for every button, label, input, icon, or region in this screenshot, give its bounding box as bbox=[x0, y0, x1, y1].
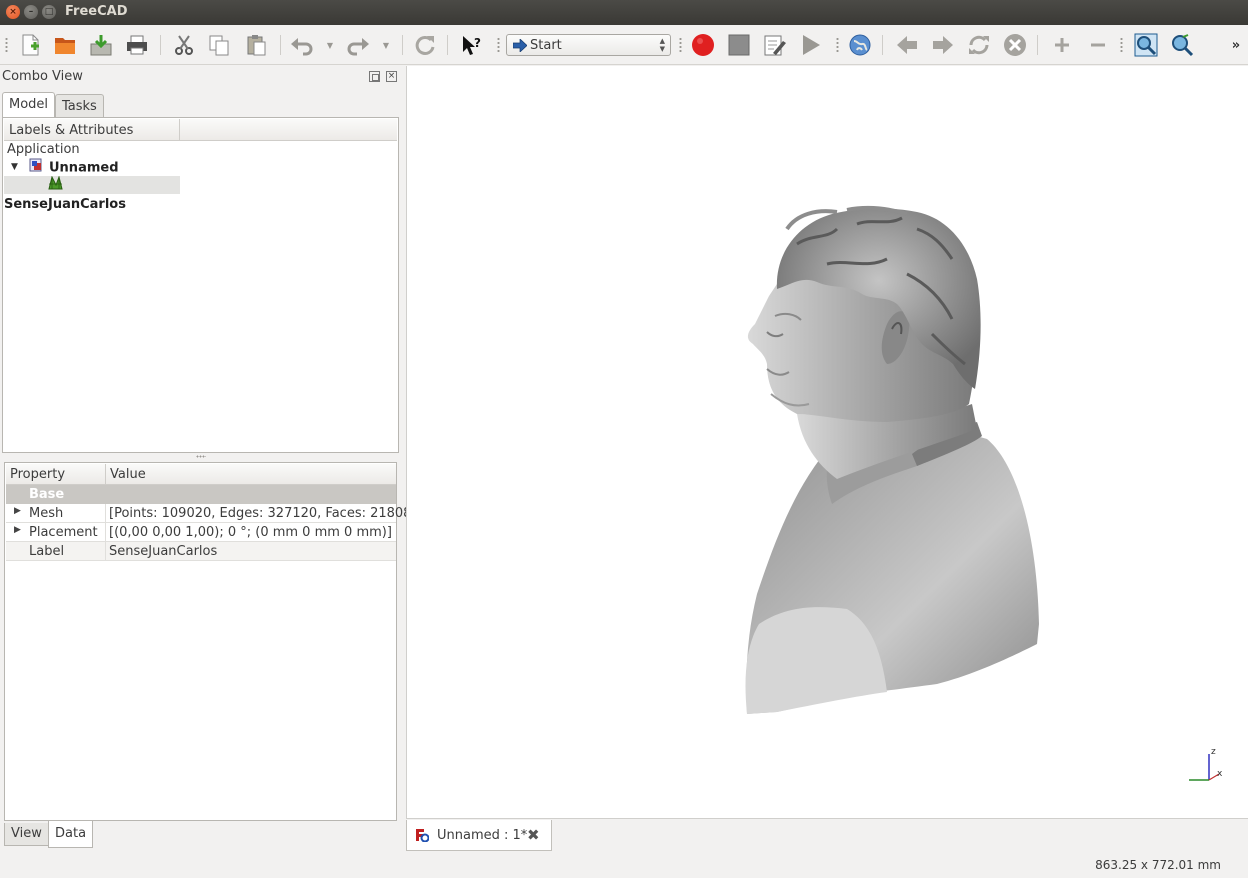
property-name: Mesh bbox=[29, 506, 64, 521]
document-tab-bar: Unnamed : 1* ✖ bbox=[406, 818, 1248, 851]
whats-this-icon[interactable]: ? bbox=[460, 33, 484, 57]
document-icon bbox=[29, 158, 49, 178]
workbench-label: Start bbox=[530, 38, 562, 53]
toolbar-overflow-button[interactable]: » bbox=[1228, 33, 1244, 57]
toolbar-grip[interactable] bbox=[679, 37, 682, 53]
property-name: Label bbox=[29, 544, 65, 559]
property-value[interactable]: [Points: 109020, Edges: 327120, Faces: 2… bbox=[105, 504, 425, 523]
property-editor: Property Value Base ▶ Mesh [Points: 1090… bbox=[4, 462, 425, 821]
print-icon[interactable] bbox=[125, 33, 149, 57]
mesh-icon bbox=[48, 175, 68, 196]
copy-icon[interactable] bbox=[207, 33, 231, 57]
property-value[interactable]: [(0,00 0,00 1,00); 0 °; (0 mm 0 mm 0 mm)… bbox=[105, 523, 392, 542]
property-group-base[interactable]: Base bbox=[6, 485, 396, 504]
start-arrow-icon bbox=[512, 38, 528, 56]
axis-x-label: x bbox=[1217, 769, 1223, 779]
tab-tasks[interactable]: Tasks bbox=[55, 94, 104, 118]
property-column-header[interactable]: Property bbox=[6, 464, 106, 485]
spin-arrows-icon: ▲ ▼ bbox=[659, 37, 665, 53]
property-row-mesh[interactable]: ▶ Mesh [Points: 109020, Edges: 327120, F… bbox=[6, 504, 425, 523]
refresh-icon[interactable] bbox=[413, 33, 437, 57]
panel-splitter[interactable] bbox=[196, 455, 206, 458]
title-bar: × – □ FreeCAD bbox=[0, 0, 1248, 25]
toolbar-grip[interactable] bbox=[836, 37, 839, 53]
collapse-arrow-icon[interactable]: ▼ bbox=[11, 158, 29, 176]
document-tab[interactable]: Unnamed : 1* ✖ bbox=[406, 820, 552, 851]
window-maximize-button[interactable]: □ bbox=[42, 5, 56, 19]
mesh-label: SenseJuanCarlos bbox=[4, 197, 126, 212]
toolbar-grip[interactable] bbox=[497, 37, 500, 53]
workbench-select[interactable]: Start ▲ ▼ bbox=[506, 34, 671, 56]
new-file-icon[interactable] bbox=[18, 33, 42, 57]
tab-model[interactable]: Model bbox=[2, 92, 56, 118]
window-close-button[interactable]: × bbox=[6, 5, 20, 19]
import-icon[interactable] bbox=[89, 33, 113, 57]
property-row-label[interactable]: Label SenseJuanCarlos bbox=[6, 542, 396, 561]
tab-view[interactable]: View bbox=[4, 823, 49, 846]
record-macro-icon[interactable] bbox=[691, 33, 715, 57]
fit-selection-icon[interactable] bbox=[1170, 33, 1194, 57]
run-macro-icon[interactable] bbox=[799, 33, 823, 57]
float-panel-button[interactable] bbox=[369, 71, 380, 82]
redo-dropdown-icon[interactable]: ▼ bbox=[376, 33, 396, 57]
forward-icon[interactable] bbox=[931, 33, 955, 57]
window-minimize-button[interactable]: – bbox=[24, 5, 38, 19]
view-dimensions: 863.25 x 772.01 mm bbox=[1095, 858, 1221, 872]
web-icon[interactable] bbox=[848, 33, 872, 57]
tree-item-mesh[interactable]: SenseJuanCarlos bbox=[4, 175, 180, 212]
cut-icon[interactable] bbox=[172, 33, 196, 57]
property-name: Placement bbox=[29, 525, 98, 540]
paste-icon[interactable] bbox=[244, 33, 268, 57]
bust-mesh-model[interactable] bbox=[737, 204, 1057, 724]
undo-dropdown-icon[interactable]: ▼ bbox=[320, 33, 340, 57]
tree-column-header[interactable]: Labels & Attributes bbox=[4, 119, 180, 141]
combo-view-title: Combo View bbox=[2, 69, 83, 84]
value-column-header[interactable]: Value bbox=[106, 464, 396, 485]
toolbar-grip[interactable] bbox=[1120, 37, 1123, 53]
back-icon[interactable] bbox=[895, 33, 919, 57]
stop-icon[interactable] bbox=[1003, 33, 1027, 57]
edit-macro-icon[interactable] bbox=[763, 33, 787, 57]
document-label: Unnamed bbox=[49, 160, 119, 176]
property-value[interactable]: SenseJuanCarlos bbox=[105, 542, 217, 561]
document-tab-label: Unnamed : 1* bbox=[437, 828, 528, 843]
zoom-in-icon[interactable] bbox=[1050, 33, 1074, 57]
freecad-document-icon bbox=[415, 828, 430, 846]
stop-macro-icon[interactable] bbox=[727, 33, 751, 57]
close-panel-button[interactable]: × bbox=[386, 71, 397, 82]
model-tree: Labels & Attributes Application ▼ Unnamed… bbox=[2, 117, 399, 453]
status-bar: 863.25 x 772.01 mm bbox=[0, 851, 1248, 878]
toolbar-grip[interactable] bbox=[5, 37, 8, 53]
expand-arrow-icon[interactable]: ▶ bbox=[14, 506, 21, 516]
window-title: FreeCAD bbox=[65, 4, 128, 19]
tab-data[interactable]: Data bbox=[48, 821, 94, 848]
zoom-out-icon[interactable] bbox=[1086, 33, 1110, 57]
3d-viewport[interactable]: z x bbox=[406, 66, 1248, 818]
fit-all-icon[interactable] bbox=[1134, 33, 1158, 57]
undo-icon[interactable] bbox=[290, 33, 314, 57]
tree-root-application[interactable]: Application bbox=[7, 141, 80, 159]
open-file-icon[interactable] bbox=[53, 33, 77, 57]
reload-icon[interactable] bbox=[967, 33, 991, 57]
expand-arrow-icon[interactable]: ▶ bbox=[14, 525, 21, 535]
axis-cross: z x bbox=[1189, 747, 1223, 781]
axis-z-label: z bbox=[1211, 747, 1216, 757]
property-row-placement[interactable]: ▶ Placement [(0,00 0,00 1,00); 0 °; (0 m… bbox=[6, 523, 396, 542]
tree-item-document[interactable]: ▼ Unnamed bbox=[11, 158, 119, 176]
svg-text:?: ? bbox=[474, 36, 481, 50]
close-tab-icon[interactable]: ✖ bbox=[527, 826, 540, 844]
redo-icon[interactable] bbox=[346, 33, 370, 57]
